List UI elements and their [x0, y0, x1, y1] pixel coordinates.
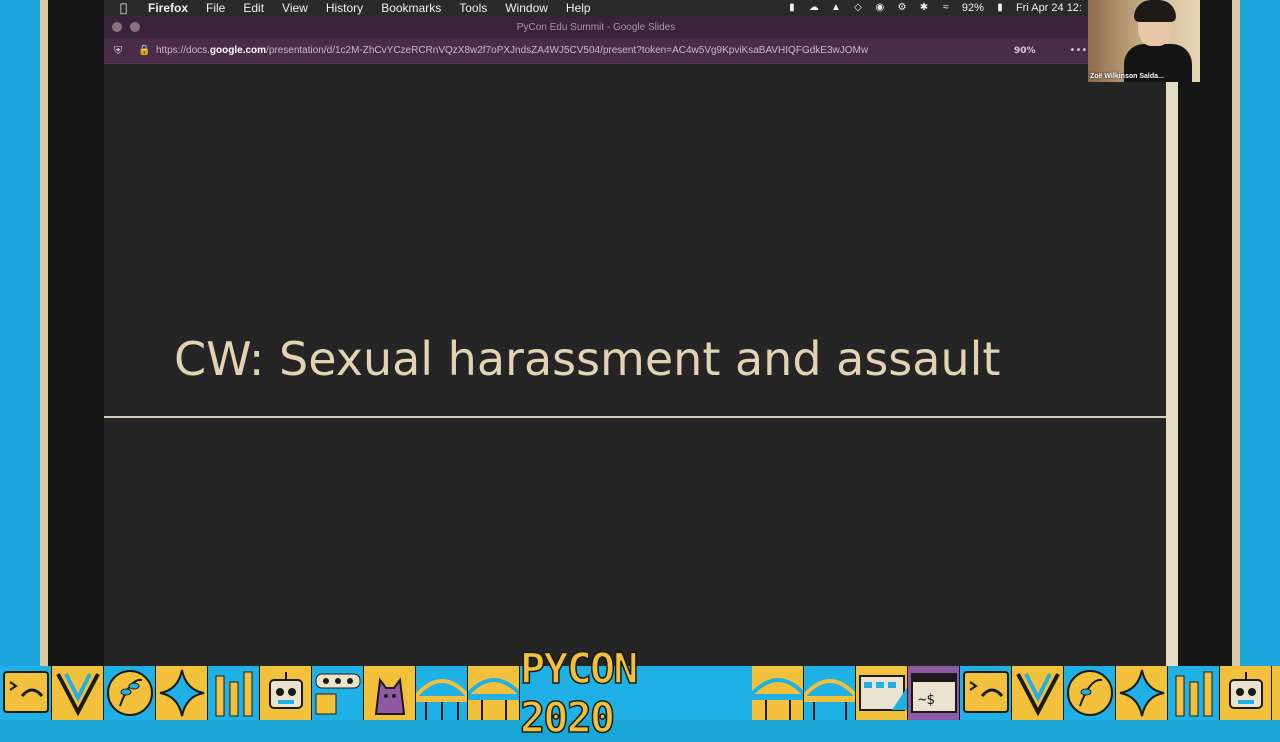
docker-icon[interactable]: ▲ — [830, 2, 842, 14]
macos-menubar:  Firefox File Edit View History Bookmar… — [104, 0, 1088, 16]
banner-tile-star-2 — [1116, 666, 1168, 720]
leaves-icon-2 — [1064, 666, 1115, 720]
left-border-inner — [40, 0, 48, 666]
left-border — [0, 0, 40, 666]
sparkle-icon-2 — [1116, 666, 1167, 720]
stage:  Firefox File Edit View History Bookmar… — [0, 0, 1280, 742]
banner-tile-v-2 — [1012, 666, 1064, 720]
bridge-icon-2 — [468, 666, 519, 720]
url-path: /presentation/d/1c2M-ZhCvYCzeRCRnVQzX8w2… — [266, 45, 869, 56]
page-actions-icon[interactable]: ••• — [1070, 45, 1088, 56]
bridge-icon-4 — [804, 666, 855, 720]
apple-icon[interactable]:  — [120, 1, 134, 15]
keyboard-icon — [856, 666, 907, 720]
menu-edit[interactable]: Edit — [243, 1, 264, 15]
cloud-icon[interactable]: ☁ — [808, 2, 820, 14]
banner-tile-bridge-left — [416, 666, 468, 720]
menu-bookmarks[interactable]: Bookmarks — [381, 1, 441, 15]
record-icon[interactable]: ◉ — [874, 2, 886, 14]
menu-history[interactable]: History — [326, 1, 363, 15]
menu-view[interactable]: View — [282, 1, 308, 15]
banner-tile-leaves-2 — [1064, 666, 1116, 720]
menu-window[interactable]: Window — [505, 1, 548, 15]
menu-help[interactable]: Help — [566, 1, 591, 15]
screen-right-margin — [1178, 82, 1232, 666]
browser-titlebar: PyCon Edu Summit - Google Slides — [104, 16, 1088, 38]
v-chevron-icon — [52, 666, 103, 720]
right-border — [1240, 0, 1280, 666]
url-prefix: https://docs. — [156, 45, 210, 56]
sparkle-icon — [156, 666, 207, 720]
speaker-name: Zoë Wilkinson Salda... — [1090, 73, 1164, 80]
pycon-banner: PYCON 2020 ~$ — [0, 643, 1280, 742]
menu-tools[interactable]: Tools — [459, 1, 487, 15]
gear-icon[interactable]: ⚙ — [896, 2, 908, 14]
banner-tile-bars-2 — [1168, 666, 1220, 720]
menubar-status-area: ▮ ☁ ▲ ◇ ◉ ⚙ ✱ ≈ 92% ▮ Fri Apr 24 12: — [786, 2, 1082, 14]
bridge-icon — [416, 666, 467, 720]
banner-tile-robot — [260, 666, 312, 720]
url-domain: google.com — [209, 45, 267, 56]
banner-tile-robot-2 — [1220, 666, 1272, 720]
banner-tile-bars — [208, 666, 260, 720]
dots-panel-icon — [312, 666, 363, 720]
banner-tile-bridge-left2 — [468, 666, 520, 720]
bridge-icon-3 — [752, 666, 803, 720]
battery-icon[interactable]: ▮ — [994, 2, 1006, 14]
pillars-icon-2 — [1168, 666, 1219, 720]
webcam-thumbnail[interactable]: Zoë Wilkinson Salda... — [1088, 0, 1200, 82]
banner-tile-v — [52, 666, 104, 720]
slide-title: CW: Sexual harassment and assault — [174, 332, 1001, 386]
presentation-slide[interactable]: CW: Sexual harassment and assault — [104, 64, 1166, 666]
v-chevron-icon-2 — [1012, 666, 1063, 720]
banner-tile-terminal-2 — [960, 666, 1012, 720]
slide-right-edge — [1166, 82, 1178, 666]
banner-tile-keyboard — [856, 666, 908, 720]
terminal-snake-icon-2 — [960, 666, 1011, 720]
pycon-logo-text: PYCON 2020 — [519, 643, 639, 742]
right-border-inner — [1232, 0, 1240, 666]
menubar-clock[interactable]: Fri Apr 24 12: — [1016, 2, 1082, 14]
banner-tile-bridge-right — [752, 666, 804, 720]
banner-tile-dots — [312, 666, 364, 720]
cat-icon — [364, 666, 415, 720]
banner-tile-leaves — [104, 666, 156, 720]
tracking-shield-icon[interactable]: ⛨ — [114, 44, 126, 58]
banner-tile-shell: ~$ — [908, 666, 960, 720]
battery-percent[interactable]: 92% — [962, 2, 984, 14]
shell-prompt-icon: ~$ — [908, 666, 959, 720]
robot-icon — [260, 666, 311, 720]
pillars-icon — [208, 666, 259, 720]
window-title: PyCon Edu Summit - Google Slides — [516, 21, 676, 33]
url-bar[interactable]: ⛨ 🔒 https://docs.google.com/presentation… — [104, 38, 1088, 64]
lock-icon[interactable]: 🔒 — [138, 45, 150, 56]
menu-file[interactable]: File — [206, 1, 225, 15]
banner-tile-bridge-right2 — [804, 666, 856, 720]
pycon-2020-logo: PYCON 2020 — [519, 643, 752, 742]
banner-tile-cat — [364, 666, 416, 720]
shield-status-icon[interactable]: ▮ — [786, 2, 798, 14]
slide-divider — [104, 416, 1166, 418]
terminal-snake-icon — [0, 666, 51, 720]
svg-text:~$: ~$ — [918, 692, 935, 708]
robot-icon-2 — [1220, 666, 1271, 720]
bell-icon[interactable]: ◇ — [852, 2, 864, 14]
url-text[interactable]: https://docs.google.com/presentation/d/1… — [156, 45, 1006, 56]
speaker-hair — [1134, 0, 1176, 22]
leaves-icon — [104, 666, 155, 720]
banner-tile-star — [156, 666, 208, 720]
bluetooth-icon[interactable]: ✱ — [918, 2, 930, 14]
banner-tile-terminal — [0, 666, 52, 720]
wifi-icon[interactable]: ≈ — [940, 2, 952, 14]
menu-app-firefox[interactable]: Firefox — [148, 1, 188, 15]
zoom-level[interactable]: 90% — [1014, 46, 1036, 56]
